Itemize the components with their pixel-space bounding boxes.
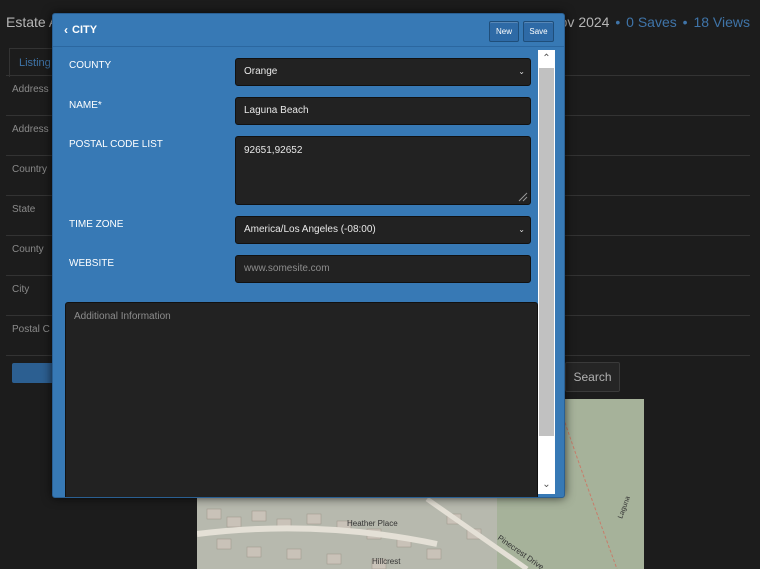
county-select[interactable]: Orange ⌄ bbox=[235, 58, 531, 86]
map-label: Hillcrest bbox=[372, 557, 401, 566]
scroll-thumb[interactable] bbox=[539, 68, 554, 436]
row-label: Country bbox=[12, 164, 48, 175]
views-link[interactable]: 18 Views bbox=[693, 14, 750, 30]
postal-code-textarea[interactable]: 92651,92652 bbox=[235, 136, 531, 205]
postal-code-label: POSTAL CODE LIST bbox=[69, 139, 163, 150]
dialog-title: CITY bbox=[72, 24, 98, 36]
separator: • bbox=[615, 14, 621, 30]
postal-code-value: 92651,92652 bbox=[244, 145, 303, 156]
resize-grip-icon[interactable] bbox=[516, 190, 528, 202]
chevron-down-icon: ⌄ bbox=[518, 67, 525, 76]
dialog-header: ‹ CITY New Save bbox=[53, 14, 564, 47]
back-chevron-icon[interactable]: ‹ bbox=[64, 23, 68, 37]
page-title: Estate A bbox=[6, 14, 59, 30]
city-dialog: ‹ CITY New Save COUNTY Orange ⌄ NAME* La… bbox=[52, 13, 565, 498]
separator: • bbox=[682, 14, 688, 30]
search-button[interactable]: Search bbox=[565, 362, 620, 392]
map-label: Heather Place bbox=[347, 519, 398, 528]
timezone-value: America/Los Angeles (-08:00) bbox=[244, 224, 376, 235]
row-label: Postal C bbox=[12, 324, 50, 335]
scroll-down-icon[interactable]: ⌄ bbox=[538, 478, 555, 492]
scroll-up-icon[interactable]: ⌃ bbox=[538, 52, 555, 66]
website-input[interactable]: www.somesite.com bbox=[235, 255, 531, 283]
website-label: WEBSITE bbox=[69, 258, 115, 269]
additional-info-textarea[interactable]: Additional Information bbox=[65, 302, 538, 497]
saves-link[interactable]: 0 Saves bbox=[626, 14, 677, 30]
row-label: County bbox=[12, 244, 44, 255]
county-value: Orange bbox=[244, 66, 278, 77]
row-label: State bbox=[12, 204, 36, 215]
dialog-scrollbar[interactable]: ⌃ ⌄ bbox=[538, 50, 555, 494]
county-label: COUNTY bbox=[69, 60, 112, 71]
listing-meta: Nov 2024 • 0 Saves • 18 Views bbox=[550, 14, 750, 30]
dialog-body: COUNTY Orange ⌄ NAME* Laguna Beach POSTA… bbox=[53, 48, 538, 497]
save-button[interactable]: Save bbox=[523, 21, 554, 42]
name-input[interactable]: Laguna Beach bbox=[235, 97, 531, 125]
new-button[interactable]: New bbox=[489, 21, 519, 42]
chevron-down-icon: ⌄ bbox=[518, 225, 525, 234]
timezone-label: TIME ZONE bbox=[69, 219, 124, 230]
row-label: City bbox=[12, 284, 30, 295]
row-label: Address bbox=[12, 124, 49, 135]
row-label: Address bbox=[12, 84, 49, 95]
name-label: NAME* bbox=[69, 100, 102, 111]
timezone-select[interactable]: America/Los Angeles (-08:00) ⌄ bbox=[235, 216, 531, 244]
